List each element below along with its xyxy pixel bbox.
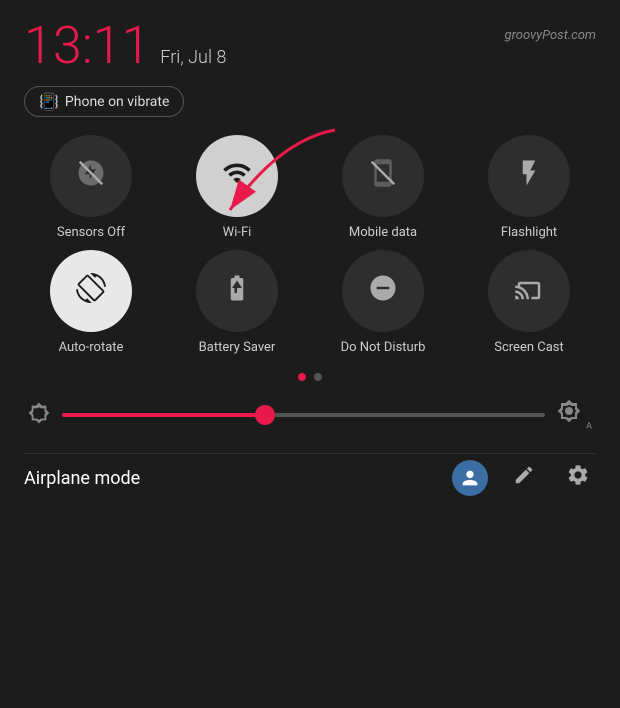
mobile-data-icon bbox=[368, 158, 398, 195]
bottom-row: Airplane mode bbox=[24, 453, 596, 502]
brightness-low-icon bbox=[28, 402, 50, 429]
flashlight-icon bbox=[514, 158, 544, 195]
battery-saver-icon bbox=[222, 273, 252, 310]
pagination-dots bbox=[24, 373, 596, 381]
sensors-off-icon bbox=[76, 158, 106, 195]
tile-label-auto-rotate: Auto-rotate bbox=[59, 340, 124, 355]
time-block: 13:11 Fri, Jul 8 bbox=[24, 20, 226, 72]
date: Fri, Jul 8 bbox=[160, 47, 226, 68]
brightness-high-icon: A bbox=[557, 399, 592, 431]
quick-settings-panel: 13:11 Fri, Jul 8 groovyPost.com 📳 Phone … bbox=[0, 0, 620, 708]
tile-circle-flashlight bbox=[488, 135, 570, 217]
tile-circle-sensors-off bbox=[50, 135, 132, 217]
quick-tiles-grid: Sensors Off Wi-Fi Mobile data bbox=[24, 135, 596, 355]
tile-battery-saver[interactable]: Battery Saver bbox=[170, 250, 304, 355]
airplane-mode-label: Airplane mode bbox=[24, 468, 140, 489]
watermark: groovyPost.com bbox=[505, 28, 596, 43]
tile-circle-wifi bbox=[196, 135, 278, 217]
bottom-icons bbox=[452, 460, 596, 496]
tile-label-sensors-off: Sensors Off bbox=[57, 225, 125, 240]
header: 13:11 Fri, Jul 8 groovyPost.com bbox=[24, 20, 596, 72]
dot-2 bbox=[314, 373, 322, 381]
tile-sensors-off[interactable]: Sensors Off bbox=[24, 135, 158, 240]
tile-circle-battery-saver bbox=[196, 250, 278, 332]
edit-button[interactable] bbox=[506, 460, 542, 496]
user-avatar bbox=[452, 460, 488, 496]
wifi-icon bbox=[222, 158, 252, 195]
tile-label-dnd: Do Not Disturb bbox=[341, 340, 426, 355]
dnd-icon bbox=[368, 273, 398, 310]
clock: 13:11 bbox=[24, 20, 150, 72]
tile-wifi[interactable]: Wi-Fi bbox=[170, 135, 304, 240]
tile-circle-dnd bbox=[342, 250, 424, 332]
tile-circle-mobile-data bbox=[342, 135, 424, 217]
tile-label-screen-cast: Screen Cast bbox=[494, 340, 564, 355]
tile-label-wifi: Wi-Fi bbox=[223, 225, 252, 240]
settings-icon bbox=[566, 463, 590, 493]
avatar-button[interactable] bbox=[452, 460, 488, 496]
tile-label-battery-saver: Battery Saver bbox=[199, 340, 276, 355]
tile-auto-rotate[interactable]: Auto-rotate bbox=[24, 250, 158, 355]
tile-flashlight[interactable]: Flashlight bbox=[462, 135, 596, 240]
tile-label-mobile-data: Mobile data bbox=[349, 225, 417, 240]
tile-mobile-data[interactable]: Mobile data bbox=[316, 135, 450, 240]
brightness-row: A bbox=[24, 399, 596, 431]
brightness-slider-thumb bbox=[255, 405, 275, 425]
brightness-slider-fill bbox=[62, 413, 265, 417]
tile-circle-screen-cast bbox=[488, 250, 570, 332]
vibrate-label: Phone on vibrate bbox=[65, 94, 169, 110]
tile-label-flashlight: Flashlight bbox=[501, 225, 557, 240]
tile-do-not-disturb[interactable]: Do Not Disturb bbox=[316, 250, 450, 355]
tile-circle-auto-rotate bbox=[50, 250, 132, 332]
edit-icon bbox=[513, 464, 535, 492]
tile-screen-cast[interactable]: Screen Cast bbox=[462, 250, 596, 355]
dot-1 bbox=[298, 373, 306, 381]
settings-button[interactable] bbox=[560, 460, 596, 496]
brightness-slider-track[interactable] bbox=[62, 413, 545, 417]
vibrate-icon: 📳 bbox=[39, 92, 59, 111]
auto-rotate-icon bbox=[76, 273, 106, 310]
screen-cast-icon bbox=[514, 273, 544, 310]
vibrate-pill[interactable]: 📳 Phone on vibrate bbox=[24, 86, 184, 117]
